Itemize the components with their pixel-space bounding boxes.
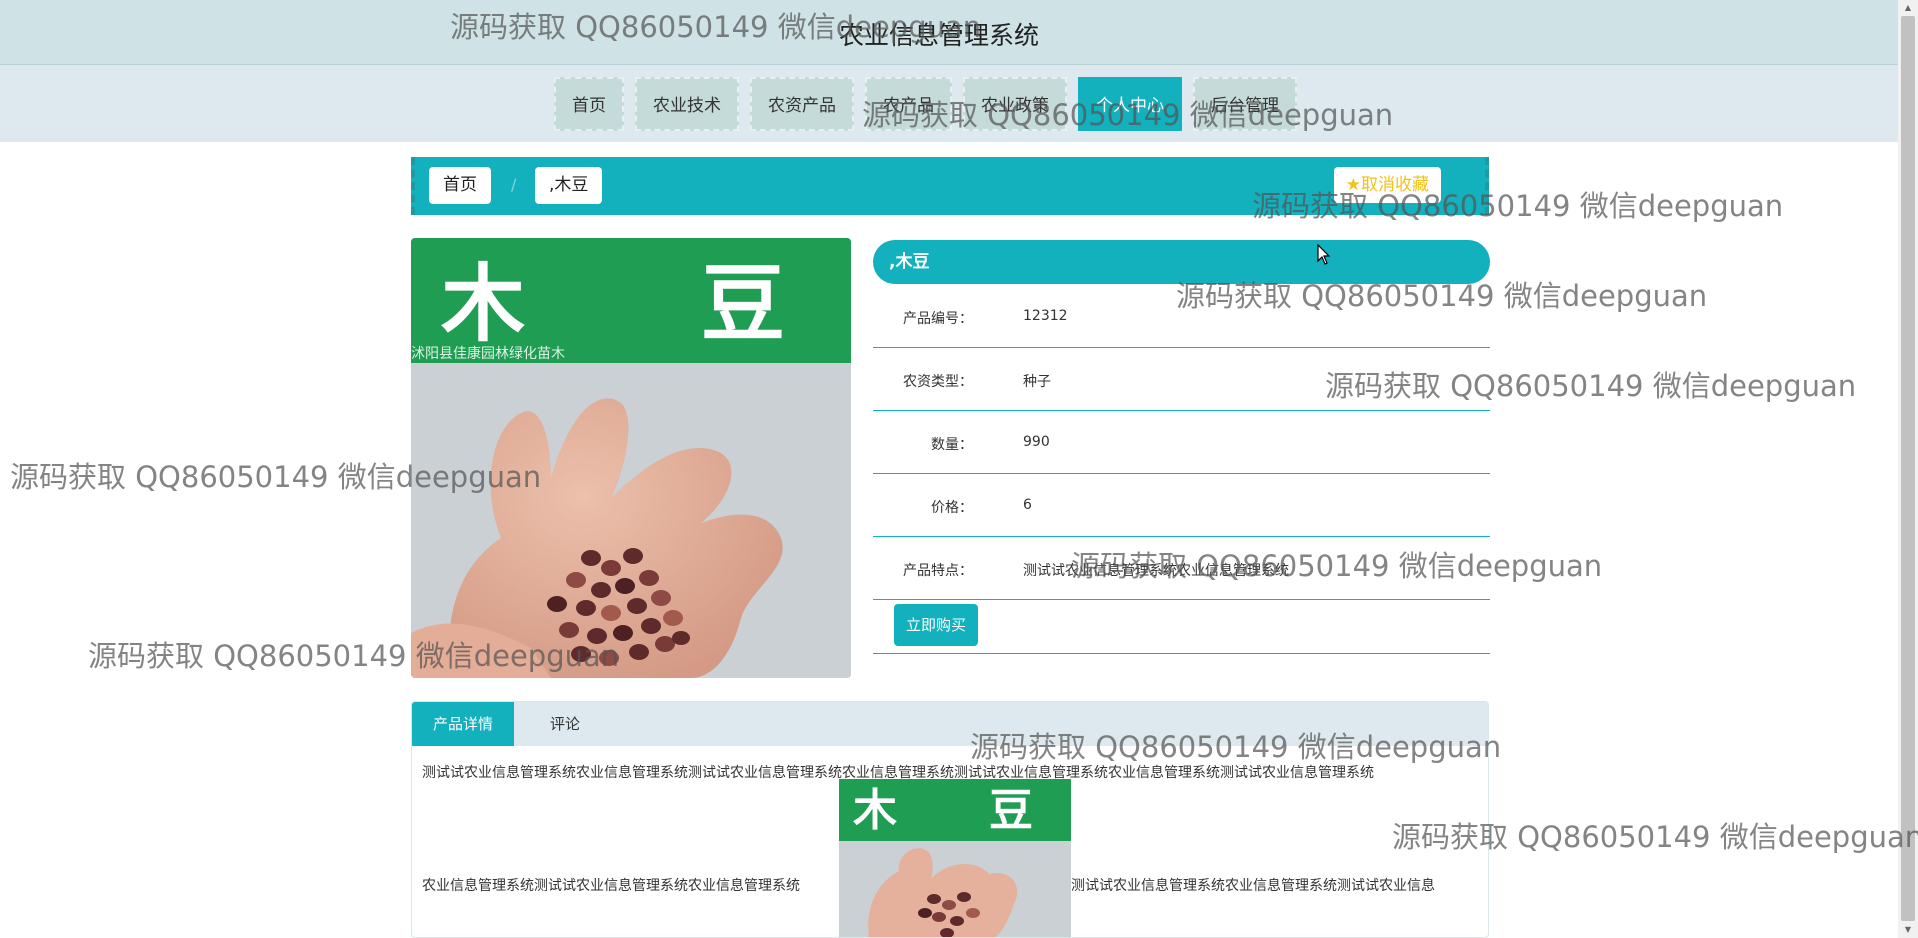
- svg-text:木: 木: [441, 255, 525, 353]
- breadcrumb-separator: /: [511, 175, 517, 194]
- scroll-down-icon[interactable]: ▼: [1898, 922, 1918, 938]
- breadcrumb-current[interactable]: ,木豆: [535, 167, 603, 204]
- site-header: 农业信息管理系统: [0, 0, 1898, 65]
- svg-text:豆: 豆: [701, 255, 785, 353]
- scrollbar[interactable]: ▲ ▼: [1898, 0, 1918, 938]
- divider: [873, 653, 1490, 654]
- features-label: 产品特点：: [903, 563, 973, 579]
- mouse-cursor-icon: [1317, 243, 1331, 270]
- svg-text:木: 木: [853, 785, 897, 836]
- unfavorite-button[interactable]: ★取消收藏: [1333, 167, 1441, 203]
- supply-type-label: 农资类型：: [903, 374, 973, 390]
- nav-item-admin[interactable]: 后台管理: [1193, 77, 1297, 131]
- features-value: 测试试农业信息管理系统农业信息管理系统: [1023, 563, 1289, 579]
- scroll-thumb[interactable]: [1901, 16, 1915, 921]
- supply-type-value: 种子: [1023, 374, 1051, 390]
- tab-product-detail[interactable]: 产品详情: [412, 702, 514, 746]
- product-photo: 木 豆 沭阳县佳康园林绿化苗木: [411, 238, 851, 678]
- quantity-value: 990: [1023, 434, 1050, 450]
- price-value: 6: [1023, 497, 1032, 513]
- nav-item-home[interactable]: 首页: [554, 77, 624, 131]
- price-label: 价格：: [931, 500, 973, 516]
- nav-item-agri-tech[interactable]: 农业技术: [635, 77, 739, 131]
- site-title: 农业信息管理系统: [838, 21, 1039, 50]
- svg-text:沭阳县佳康园林绿化苗木: 沭阳县佳康园林绿化苗木: [411, 345, 565, 362]
- svg-text:豆: 豆: [989, 785, 1033, 836]
- info-row-supply-type: 农资类型： 种子: [873, 347, 1490, 411]
- info-row-price: 价格： 6: [873, 473, 1490, 537]
- scroll-up-icon[interactable]: ▲: [1898, 0, 1918, 16]
- detail-image: 木 豆: [839, 779, 1071, 937]
- detail-text-line-left: 农业信息管理系统测试试农业信息管理系统农业信息管理系统: [422, 878, 800, 894]
- info-row-features: 产品特点： 测试试农业信息管理系统农业信息管理系统: [873, 536, 1490, 600]
- main-nav: 首页 农业技术 农资产品 农产品 农业政策 个人中心 后台管理: [0, 65, 1898, 142]
- breadcrumb-home[interactable]: 首页: [429, 167, 491, 204]
- detail-photo: 木 豆: [839, 779, 1071, 937]
- breadcrumb: 首页 / ,木豆 ★取消收藏: [411, 157, 1489, 215]
- info-row-product-code: 产品编号： 12312: [873, 284, 1490, 348]
- nav-item-agri-supplies[interactable]: 农资产品: [750, 77, 854, 131]
- nav-items: 首页 农业技术 农资产品 农产品 农业政策 个人中心 后台管理: [554, 77, 1308, 131]
- buy-now-button[interactable]: 立即购买: [894, 604, 978, 646]
- product-code-label: 产品编号：: [903, 311, 973, 327]
- tab-bar: 产品详情 评论: [412, 702, 1488, 746]
- product-code-value: 12312: [1023, 308, 1068, 324]
- tab-comments[interactable]: 评论: [514, 702, 616, 746]
- quantity-label: 数量：: [931, 437, 973, 453]
- info-row-quantity: 数量： 990: [873, 410, 1490, 474]
- product-name-header: ,木豆: [873, 240, 1490, 284]
- detail-tab-panel: 产品详情 评论 测试试农业信息管理系统农业信息管理系统测试试农业信息管理系统农业…: [411, 701, 1489, 938]
- detail-text-line-right: 测试试农业信息管理系统农业信息管理系统测试试农业信息: [1071, 878, 1435, 894]
- nav-item-agri-policy[interactable]: 农业政策: [963, 77, 1067, 131]
- product-image: 木 豆 沭阳县佳康园林绿化苗木: [411, 238, 851, 678]
- nav-item-agri-products[interactable]: 农产品: [865, 77, 952, 131]
- nav-item-user-center[interactable]: 个人中心: [1078, 77, 1182, 131]
